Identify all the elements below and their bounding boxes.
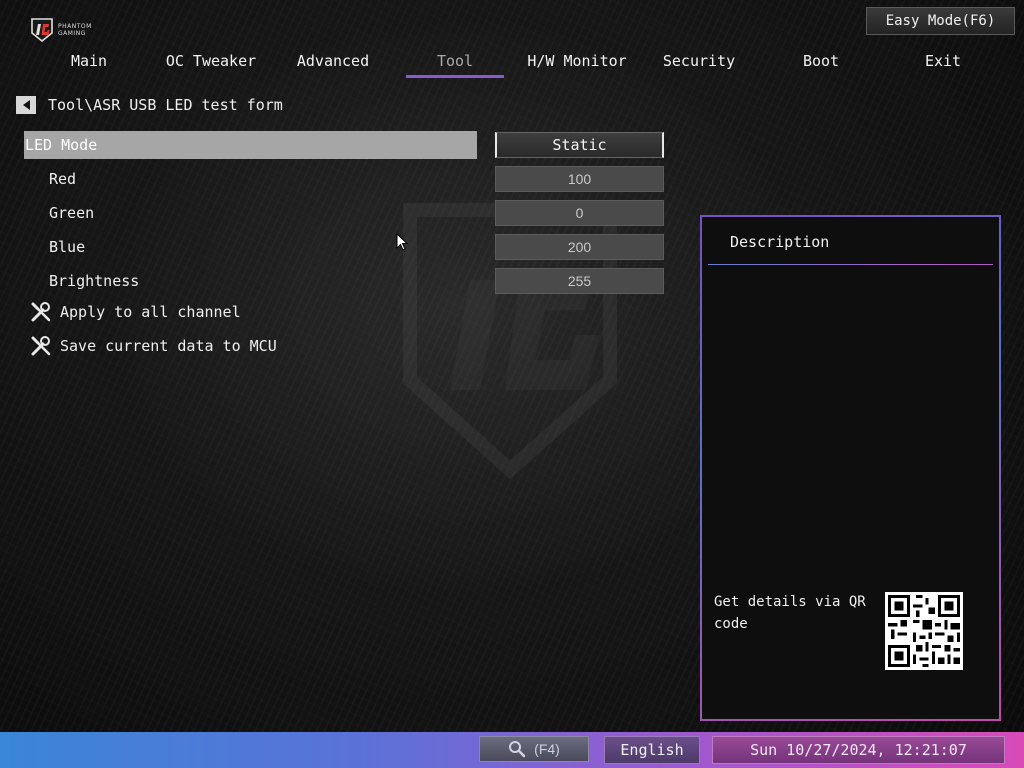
apply-to-all-channel-label: Apply to all channel	[60, 303, 241, 321]
phantom-gaming-logo-icon	[31, 18, 53, 43]
setting-red[interactable]: Red 100	[24, 165, 664, 193]
search-shortcut-label: (F4)	[534, 741, 560, 757]
breadcrumb: Tool\ASR USB LED test form	[16, 95, 283, 115]
tab-exit[interactable]: Exit	[882, 50, 1004, 78]
back-arrow-icon[interactable]	[16, 96, 36, 114]
brand-logo-text: PHANTOM GAMING	[58, 23, 92, 37]
brand-logo: PHANTOM GAMING	[30, 16, 110, 44]
save-to-mcu-action[interactable]: Save current data to MCU	[30, 333, 277, 359]
description-divider	[708, 264, 993, 265]
qr-code-icon	[885, 592, 963, 670]
tools-icon	[31, 302, 51, 322]
setting-green[interactable]: Green 0	[24, 199, 664, 227]
search-icon	[509, 741, 526, 758]
bottom-status-bar: (F4) English Sun 10/27/2024, 12:21:07	[0, 732, 1024, 768]
tab-advanced[interactable]: Advanced	[272, 50, 394, 78]
setting-brightness[interactable]: Brightness 255	[24, 267, 664, 295]
tab-hw-monitor[interactable]: H/W Monitor	[516, 50, 638, 78]
setting-red-label: Red	[49, 170, 77, 188]
setting-blue-label: Blue	[49, 238, 86, 256]
save-to-mcu-label: Save current data to MCU	[60, 337, 277, 355]
language-button[interactable]: English	[604, 736, 700, 764]
setting-brightness-label: Brightness	[49, 272, 140, 290]
apply-to-all-channel-action[interactable]: Apply to all channel	[30, 299, 241, 325]
breadcrumb-path: Tool\ASR USB LED test form	[48, 96, 283, 114]
red-value-input[interactable]: 100	[495, 166, 664, 192]
tab-oc-tweaker[interactable]: OC Tweaker	[150, 50, 272, 78]
logo-text-gaming: GAMING	[58, 30, 86, 37]
setting-blue[interactable]: Blue 200	[24, 233, 664, 261]
description-panel: Description Get details via QR code	[700, 215, 1001, 721]
led-mode-select[interactable]: Static	[495, 132, 664, 158]
search-button[interactable]: (F4)	[479, 736, 589, 762]
tab-security[interactable]: Security	[638, 50, 760, 78]
setting-led-mode-label: LED Mode	[24, 131, 477, 159]
tab-main[interactable]: Main	[28, 50, 150, 78]
bios-screen: PHANTOM GAMING Easy Mode(F6) Main OC Twe…	[0, 0, 1024, 768]
setting-led-mode[interactable]: LED Mode Static	[24, 131, 664, 159]
qr-details-text: Get details via QR code	[714, 594, 866, 632]
easy-mode-button[interactable]: Easy Mode(F6)	[866, 7, 1015, 35]
blue-value-input[interactable]: 200	[495, 234, 664, 260]
description-title: Description	[730, 233, 830, 251]
tab-boot[interactable]: Boot	[760, 50, 882, 78]
main-tabs: Main OC Tweaker Advanced Tool H/W Monito…	[28, 50, 1004, 80]
datetime-display: Sun 10/27/2024, 12:21:07	[712, 736, 1005, 764]
mouse-cursor-icon	[396, 233, 409, 251]
setting-green-label: Green	[49, 204, 95, 222]
green-value-input[interactable]: 0	[495, 200, 664, 226]
tools-icon	[31, 336, 51, 356]
logo-text-phantom: PHANTOM	[58, 23, 92, 30]
tab-tool[interactable]: Tool	[394, 50, 516, 78]
brightness-value-input[interactable]: 255	[495, 268, 664, 294]
